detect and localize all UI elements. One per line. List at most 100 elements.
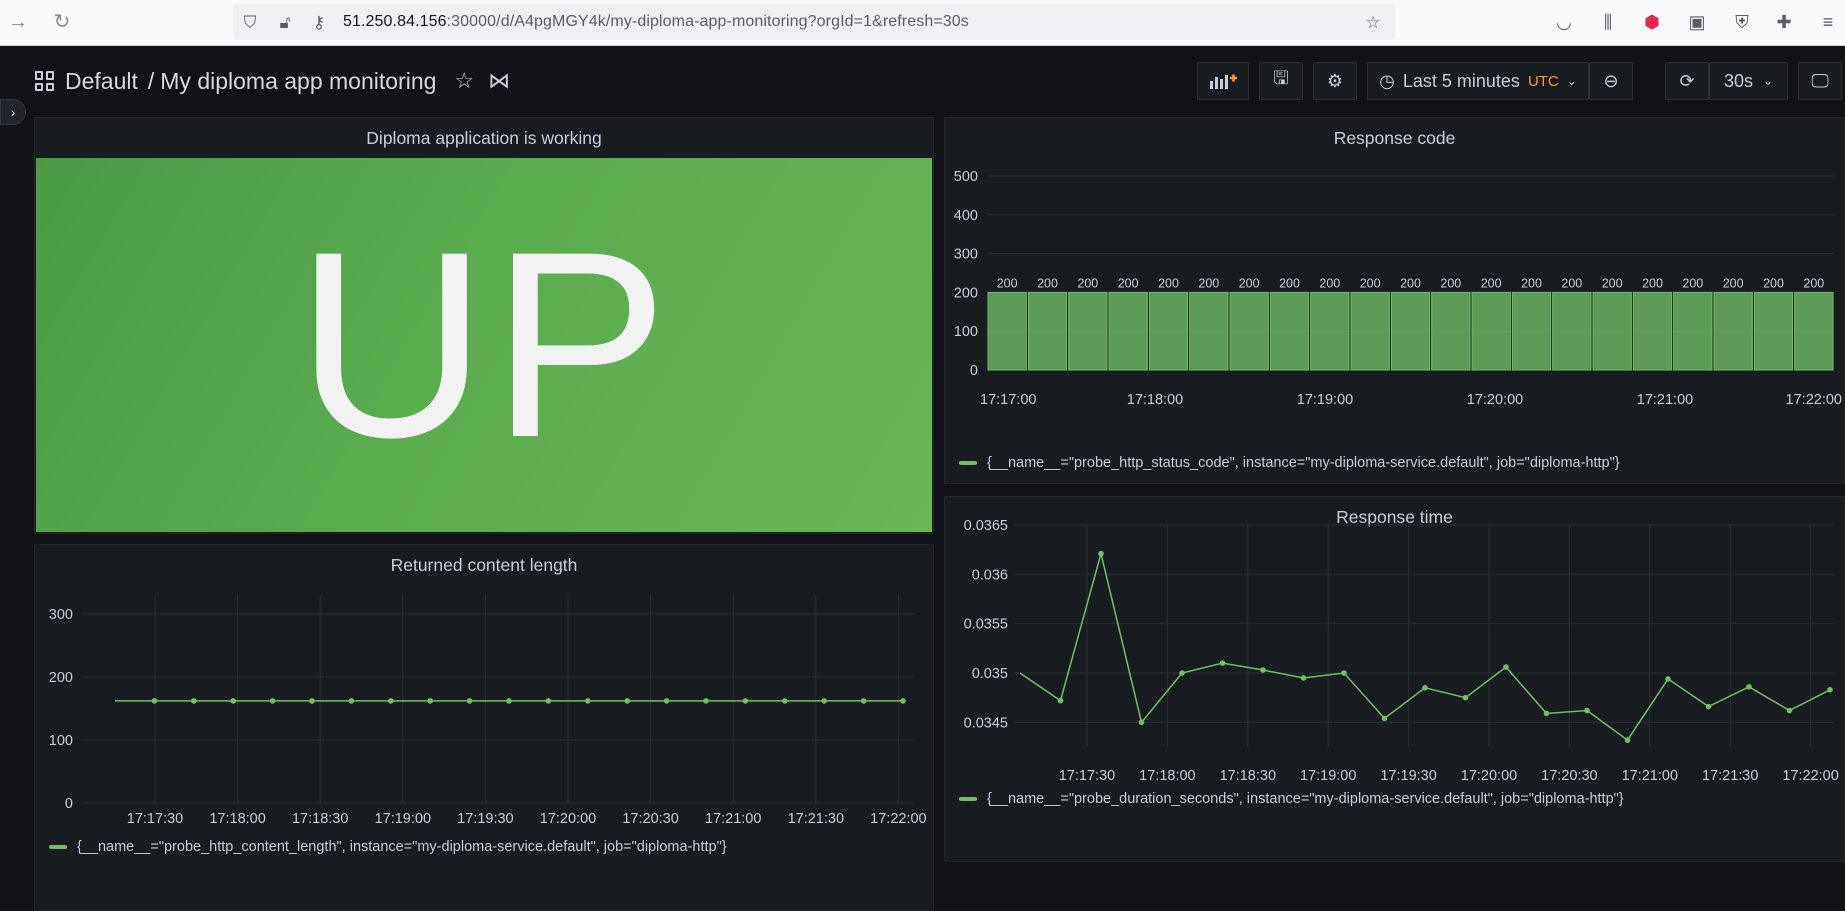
dashboard-title[interactable]: My diploma app monitoring [160, 68, 436, 95]
menu-icon[interactable]: ≡ [1816, 10, 1840, 34]
data-point [230, 698, 236, 704]
star-icon[interactable]: ☆ [454, 68, 474, 94]
sidebar-toggle-icon[interactable]: › [0, 99, 26, 125]
timezone-label: UTC [1527, 72, 1559, 90]
ublock-icon[interactable]: ⬢ [1640, 10, 1664, 34]
x-tick-label: 17:20:30 [622, 811, 678, 827]
folder-link[interactable]: Default [65, 68, 138, 95]
bar [1108, 291, 1148, 371]
response-code-chart[interactable]: 0 100 200 300 400 500 200 200 200 200 200 200 200 200… [945, 118, 1845, 448]
data-point [742, 698, 749, 704]
x-tick-label: 17:22:00 [1782, 768, 1838, 784]
stat-value: UP [295, 196, 673, 493]
data-point [1098, 550, 1104, 557]
key-icon[interactable]: ⚷ [309, 13, 329, 33]
view-mode-button[interactable]: 🖵︎ [1798, 62, 1842, 100]
data-point [1057, 697, 1064, 704]
dashboards-grid-icon [35, 71, 55, 91]
data-point [1179, 670, 1185, 676]
x-tick-label: 17:20:00 [1461, 768, 1517, 784]
x-tick-label: 17:20:00 [540, 811, 596, 827]
x-tick-label: 17:21:30 [1702, 768, 1758, 784]
x-tick-label: 17:19:00 [1297, 392, 1353, 408]
x-tick-label: 17:19:00 [1300, 768, 1356, 784]
x-tick-label: 17:18:00 [1127, 392, 1183, 408]
chart-legend[interactable]: {__name__="probe_duration_seconds", inst… [959, 791, 1624, 807]
bitwarden-icon[interactable]: ⛨ [1730, 10, 1754, 34]
zoom-out-button[interactable]: ⊖ [1589, 62, 1633, 100]
extensions-puzzle-icon[interactable]: ✚ [1772, 10, 1796, 34]
x-tick-label: 17:18:00 [209, 811, 265, 827]
share-icon[interactable]: ⋈ [488, 68, 510, 94]
dashboard-settings-button[interactable]: ⚙ [1313, 62, 1357, 100]
bar [1390, 291, 1431, 371]
x-tick-label: 17:22:00 [1786, 392, 1842, 408]
data-point [348, 698, 355, 704]
shield-icon[interactable]: ⛉ [240, 13, 260, 33]
forward-icon[interactable]: → [6, 10, 30, 34]
bar-value-label: 200 [1400, 276, 1421, 290]
browser-toolbar: → ↻ ⛉ 🔓︎ ⚷ 51.250.84.156:30000/d/A4pgMGY… [0, 0, 1845, 46]
bar [1592, 291, 1632, 371]
data-point [1543, 710, 1550, 717]
bar-value-label: 200 [1077, 276, 1098, 290]
y-tick-label: 0.036 [972, 567, 1008, 583]
pocket-icon[interactable]: ◡ [1552, 10, 1576, 34]
y-tick-label: 0 [65, 796, 73, 812]
bar [1189, 291, 1229, 371]
library-icon[interactable]: ⫼ [1596, 10, 1620, 34]
panel-title[interactable]: Diploma application is working [35, 128, 933, 149]
data-point [309, 698, 315, 704]
y-tick-label: 0.0365 [964, 518, 1008, 534]
bar-value-label: 200 [1279, 276, 1300, 290]
x-tick-label: 17:21:00 [1622, 768, 1678, 784]
legend-label: {__name__="probe_http_content_length", i… [77, 839, 727, 855]
x-tick-label: 17:17:00 [980, 392, 1036, 408]
chart-legend[interactable]: {__name__="probe_http_status_code", inst… [959, 455, 1620, 471]
y-tick-label: 0.035 [972, 666, 1008, 682]
data-point [1300, 675, 1307, 681]
refresh-button[interactable]: ⟳ [1665, 62, 1709, 100]
data-point [506, 698, 512, 704]
data-point [1503, 664, 1509, 670]
y-tick-label: 0.0355 [964, 617, 1008, 633]
bar-value-label: 200 [1481, 276, 1502, 290]
x-tick-label: 17:21:30 [788, 811, 844, 827]
bar-value-label: 200 [1239, 276, 1260, 290]
bar [1673, 291, 1713, 371]
bar-value-label: 200 [997, 276, 1018, 290]
x-tick-label: 17:18:30 [1220, 768, 1276, 784]
content-length-chart[interactable]: 17:17:30 17:18:00 17:18:30 17:19:00 17:19:30… [35, 545, 935, 835]
x-tick-label: 17:20:00 [1467, 392, 1523, 408]
bar [1632, 291, 1673, 371]
data-point [1624, 737, 1631, 743]
bar-value-label: 200 [1642, 276, 1663, 290]
save-dashboard-button[interactable]: 🖫︎ [1259, 62, 1303, 100]
data-point [663, 698, 670, 704]
x-tick-label: 17:20:30 [1541, 768, 1597, 784]
url-host: 51.250.84.156 [343, 13, 447, 30]
url-text[interactable]: 51.250.84.156:30000/d/A4pgMGY4k/my-diplo… [343, 13, 969, 31]
bookmark-star-icon[interactable]: ☆ [1363, 13, 1383, 33]
bar-value-label: 200 [1118, 276, 1139, 290]
url-path: :30000/d/A4pgMGY4k/my-diploma-app-monito… [446, 13, 969, 30]
reload-icon[interactable]: ↻ [50, 10, 74, 34]
bar [1794, 291, 1834, 371]
chevron-down-icon: ⌄ [1762, 74, 1774, 88]
data-point [782, 698, 788, 704]
y-tick-label: 0.0345 [964, 715, 1008, 731]
refresh-interval-picker[interactable]: 30s ⌄ [1709, 62, 1788, 100]
chart-legend[interactable]: {__name__="probe_http_content_length", i… [49, 839, 727, 855]
extension-icon[interactable]: ▣ [1685, 10, 1709, 34]
response-time-chart[interactable]: 17:17:30 17:18:00 17:18:30 17:19:00 17:19:30… [945, 497, 1845, 797]
y-tick-label: 300 [954, 247, 978, 263]
insecure-lock-icon[interactable]: 🔓︎ [275, 13, 295, 33]
data-point [191, 698, 197, 704]
breadcrumb-separator: / [147, 67, 155, 94]
bar [1269, 291, 1310, 371]
add-panel-button[interactable] [1197, 62, 1249, 100]
status-panel: Diploma application is working UP [34, 117, 934, 534]
url-bar[interactable]: ⛉ 🔓︎ ⚷ 51.250.84.156:30000/d/A4pgMGY4k/m… [233, 4, 1395, 40]
time-range-picker[interactable]: ◷ Last 5 minutes UTC ⌄ [1367, 62, 1589, 100]
refresh-interval-value: 30s [1723, 70, 1753, 91]
